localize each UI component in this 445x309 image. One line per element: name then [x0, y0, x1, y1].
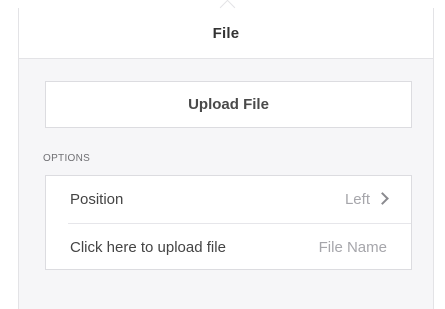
- upload-file-row-label: Click here to upload file: [70, 238, 226, 256]
- file-name-value: File Name: [318, 238, 387, 256]
- upload-file-button[interactable]: Upload File: [45, 81, 412, 128]
- chevron-right-icon: [376, 192, 389, 205]
- position-row[interactable]: Position Left: [46, 176, 411, 223]
- panel-header: File: [19, 8, 433, 59]
- position-label: Position: [70, 191, 124, 208]
- file-panel: File Upload File OPTIONS Position Left C…: [18, 8, 434, 309]
- options-section-label: OPTIONS: [43, 153, 91, 164]
- panel-title: File: [212, 24, 240, 42]
- options-list: Position Left Click here to upload file …: [45, 175, 412, 270]
- upload-file-row[interactable]: Click here to upload file File Name: [68, 223, 411, 270]
- position-value: Left: [344, 191, 370, 208]
- upload-file-label: Upload File: [188, 96, 269, 113]
